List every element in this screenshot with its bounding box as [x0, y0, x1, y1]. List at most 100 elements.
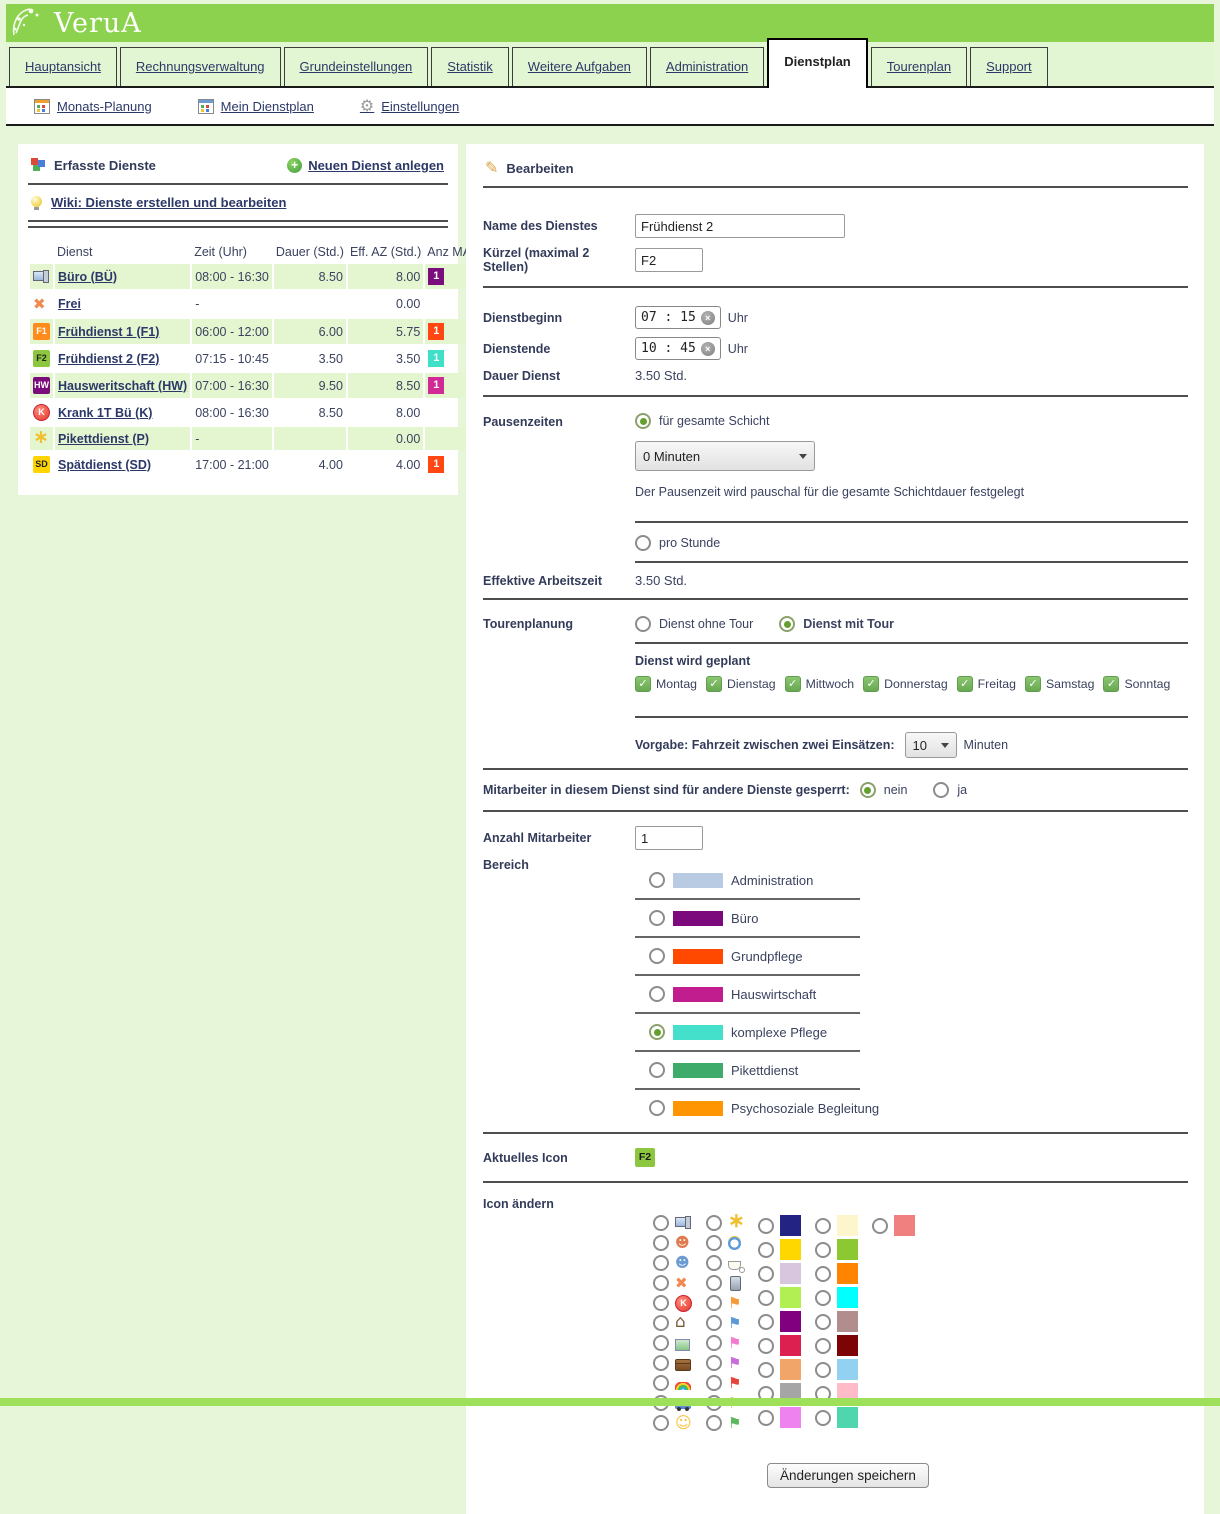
save-button[interactable]: Änderungen speichern — [767, 1463, 929, 1488]
tab-grundeinstellungen[interactable]: Grundeinstellungen — [284, 47, 429, 86]
radio-color[interactable] — [758, 1266, 774, 1282]
fahrzeit-label: Vorgabe: Fahrzeit zwischen zwei Einsätze… — [635, 738, 895, 752]
radio-color[interactable] — [758, 1290, 774, 1306]
service-link[interactable]: Hausweritschaft (HW) — [58, 379, 187, 393]
pause-minutes-select[interactable]: 0 Minuten — [635, 441, 815, 471]
checkbox-freitag[interactable] — [957, 676, 973, 692]
tab-administration[interactable]: Administration — [650, 47, 764, 86]
radio-bereich-hauswirtschaft[interactable] — [649, 986, 665, 1002]
tab-dienstplan-active[interactable]: Dienstplan — [767, 38, 867, 88]
tab-tourenplan[interactable]: Tourenplan — [871, 47, 967, 86]
radio-icon-flag-orange[interactable] — [706, 1295, 722, 1311]
radio-icon-rainbow[interactable] — [653, 1375, 669, 1391]
checkbox-mittwoch[interactable] — [785, 676, 801, 692]
radio-color[interactable] — [815, 1362, 831, 1378]
radio-color[interactable] — [815, 1410, 831, 1426]
cubes-icon — [30, 158, 46, 173]
flag-green-icon — [728, 1415, 744, 1431]
radio-icon-flag-red[interactable] — [706, 1375, 722, 1391]
fahrzeit-select[interactable]: 10 — [905, 732, 957, 758]
radio-icon-coffee[interactable] — [706, 1255, 722, 1271]
radio-icon-computer[interactable] — [653, 1215, 669, 1231]
anzahl-mitarbeiter-input[interactable] — [635, 826, 703, 850]
radio-icon-flag-violet[interactable] — [706, 1355, 722, 1371]
dienstende-label: Dienstende — [483, 342, 635, 356]
tab-rechnungsverwaltung[interactable]: Rechnungsverwaltung — [120, 47, 281, 86]
tab-support[interactable]: Support — [970, 47, 1048, 86]
radio-color[interactable] — [815, 1338, 831, 1354]
radio-color[interactable] — [758, 1218, 774, 1234]
flag-orange-icon — [728, 1295, 744, 1311]
color-swatch — [780, 1239, 801, 1260]
checkbox-sonntag[interactable] — [1103, 676, 1119, 692]
radio-icon-house[interactable] — [653, 1315, 669, 1331]
radio-bereich-pikettdienst[interactable] — [649, 1062, 665, 1078]
radio-dienst-ohne-tour[interactable] — [635, 616, 651, 632]
radio-icon-picture[interactable] — [653, 1335, 669, 1351]
checkbox-dienstag[interactable] — [706, 676, 722, 692]
bereich-option-label: Pikettdienst — [731, 1063, 798, 1078]
radio-color[interactable] — [815, 1314, 831, 1330]
radio-icon-flag-blue[interactable] — [706, 1315, 722, 1331]
subnav-einstellungen[interactable]: ⚙ Einstellungen — [360, 98, 459, 114]
radio-icon-chest[interactable] — [653, 1355, 669, 1371]
radio-pro-stunde[interactable] — [635, 535, 651, 551]
service-link[interactable]: Frühdienst 1 (F1) — [58, 325, 159, 339]
radio-gesperrt-nein[interactable] — [860, 782, 876, 798]
clear-time-icon[interactable]: × — [701, 342, 715, 356]
radio-color[interactable] — [815, 1218, 831, 1234]
radio-bereich-komplexe-pflege[interactable] — [649, 1024, 665, 1040]
clear-time-icon[interactable]: × — [701, 311, 715, 325]
checkbox-donnerstag[interactable] — [863, 676, 879, 692]
radio-color[interactable] — [758, 1338, 774, 1354]
radio-icon-phone[interactable] — [706, 1275, 722, 1291]
service-link[interactable]: Büro (BÜ) — [58, 270, 117, 284]
subnav-monats-planung[interactable]: Monats-Planung — [34, 99, 152, 114]
table-row: F1 Frühdienst 1 (F1) 06:00 - 12:00 6.00 … — [30, 319, 473, 344]
tab-hauptansicht[interactable]: Hauptansicht — [9, 47, 117, 86]
radio-icon-person-clock-blue[interactable] — [653, 1255, 669, 1271]
radio-icon-flag-pink[interactable] — [706, 1335, 722, 1351]
color-swatch — [837, 1311, 858, 1332]
new-service-link[interactable]: Neuen Dienst anlegen — [308, 158, 444, 173]
radio-bereich-grundpflege[interactable] — [649, 948, 665, 964]
radio-icon-smiley[interactable] — [653, 1415, 669, 1431]
radio-bereich-buero[interactable] — [649, 910, 665, 926]
checkbox-samstag[interactable] — [1025, 676, 1041, 692]
service-link[interactable]: Frei — [58, 297, 81, 311]
radio-fuer-gesamte-schicht[interactable] — [635, 413, 651, 429]
radio-icon-flag-green[interactable] — [706, 1415, 722, 1431]
radio-color[interactable] — [815, 1242, 831, 1258]
radio-icon-krank[interactable] — [653, 1295, 669, 1311]
tab-statistik[interactable]: Statistik — [431, 47, 509, 86]
radio-color[interactable] — [758, 1362, 774, 1378]
subnav-mein-dienstplan[interactable]: Mein Dienstplan — [198, 99, 314, 114]
radio-bereich-administration[interactable] — [649, 872, 665, 888]
service-link[interactable]: Spätdienst (SD) — [58, 458, 151, 472]
radio-color[interactable] — [758, 1242, 774, 1258]
service-link[interactable]: Krank 1T Bü (K) — [58, 406, 152, 420]
radio-color[interactable] — [815, 1290, 831, 1306]
radio-icon-asterisk[interactable] — [706, 1215, 722, 1231]
radio-bereich-psychosoziale[interactable] — [649, 1100, 665, 1116]
dienstbeginn-input[interactable]: 07 : 15 × — [635, 306, 721, 329]
radio-color[interactable] — [758, 1314, 774, 1330]
radio-color[interactable] — [758, 1410, 774, 1426]
pausenzeiten-label: Pausenzeiten — [483, 413, 635, 429]
radio-icon-cross[interactable] — [653, 1275, 669, 1291]
kuerzel-input[interactable] — [635, 248, 703, 272]
name-input[interactable] — [635, 214, 845, 238]
color-swatch — [673, 1101, 723, 1116]
service-link[interactable]: Frühdienst 2 (F2) — [58, 352, 159, 366]
checkbox-montag[interactable] — [635, 676, 651, 692]
service-link[interactable]: Pikettdienst (P) — [58, 432, 149, 446]
radio-icon-person-clock-orange[interactable] — [653, 1235, 669, 1251]
dienstende-input[interactable]: 10 : 45 × — [635, 337, 721, 360]
tab-weitere-aufgaben[interactable]: Weitere Aufgaben — [512, 47, 647, 86]
radio-color[interactable] — [872, 1218, 888, 1234]
radio-gesperrt-ja[interactable] — [933, 782, 949, 798]
radio-icon-alarm[interactable] — [706, 1235, 722, 1251]
radio-dienst-mit-tour[interactable] — [779, 616, 795, 632]
wiki-link[interactable]: Wiki: Dienste erstellen und bearbeiten — [51, 195, 286, 210]
radio-color[interactable] — [815, 1266, 831, 1282]
